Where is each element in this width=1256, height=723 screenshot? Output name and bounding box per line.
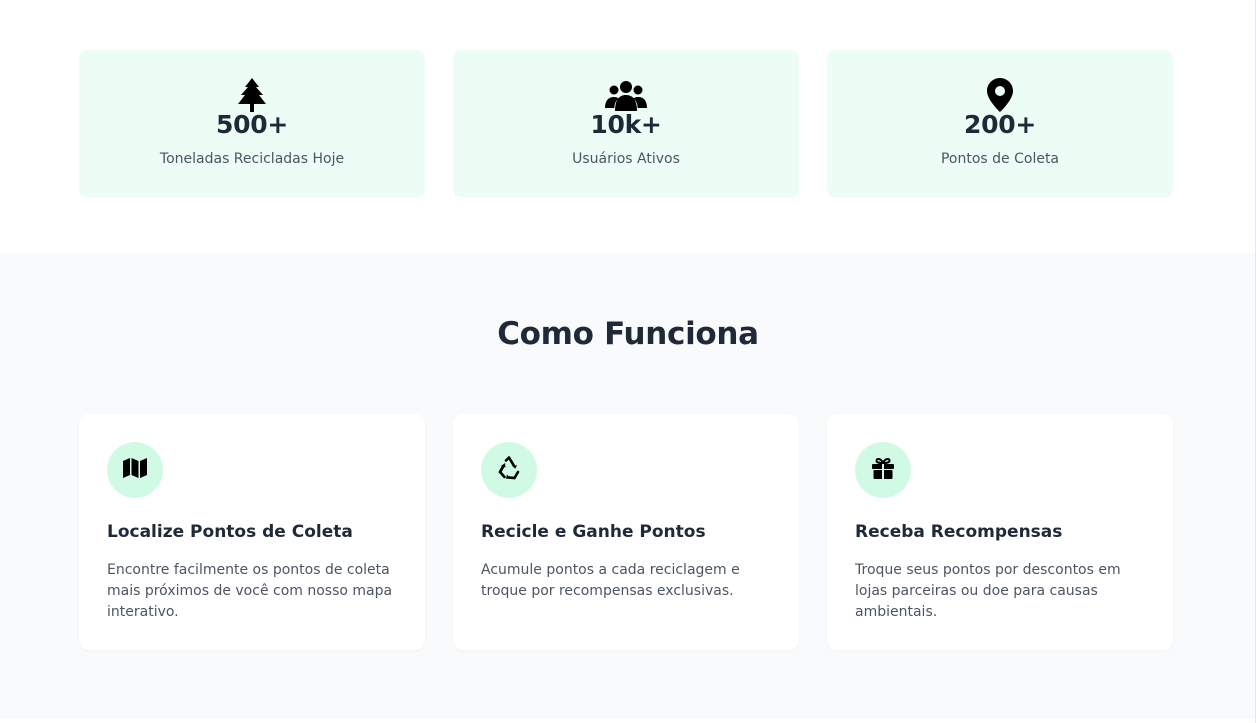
map-icon (123, 458, 147, 482)
stat-card-tons: 500+ Toneladas Recicladas Hoje (79, 50, 425, 197)
stats-section: 500+ Toneladas Recicladas Hoje 10k+ Usuá… (0, 0, 1256, 253)
stat-value: 500+ (216, 110, 288, 139)
feature-title: Receba Recompensas (855, 522, 1063, 542)
gift-icon (872, 457, 894, 483)
feature-description: Acumule pontos a cada reciclagem e troqu… (481, 562, 740, 599)
feature-card-rewards: Receba Recompensas Troque seus pontos po… (827, 414, 1173, 650)
page-bottom-edge (0, 719, 1256, 723)
feature-card-recycle: Recicle e Ganhe Pontos Acumule pontos a … (453, 414, 799, 650)
feature-icon-circle (855, 442, 911, 498)
feature-icon-circle (107, 442, 163, 498)
stat-value: 200+ (964, 110, 1036, 139)
stat-label: Pontos de Coleta (940, 151, 1060, 167)
stat-card-users: 10k+ Usuários Ativos (453, 50, 799, 197)
section-title: Como Funciona (497, 316, 759, 352)
stat-label: Usuários Ativos (572, 151, 680, 167)
feature-title: Localize Pontos de Coleta (107, 522, 353, 542)
tree-icon (79, 78, 425, 112)
users-icon (453, 78, 799, 112)
feature-description: Encontre facilmente os pontos de coleta … (107, 562, 393, 620)
feature-icon-circle (481, 442, 537, 498)
feature-title: Recicle e Ganhe Pontos (481, 522, 706, 542)
stat-card-points: 200+ Pontos de Coleta (827, 50, 1173, 197)
feature-card-locate: Localize Pontos de Coleta Encontre facil… (79, 414, 425, 650)
recycle-icon (497, 456, 521, 484)
feature-description: Troque seus pontos por descontos em loja… (855, 562, 1121, 620)
how-it-works-section: Como Funciona Localize Pontos de Coleta … (0, 253, 1256, 719)
stat-label: Toneladas Recicladas Hoje (159, 151, 345, 167)
stat-value: 10k+ (590, 110, 662, 139)
map-pin-icon (827, 78, 1173, 112)
